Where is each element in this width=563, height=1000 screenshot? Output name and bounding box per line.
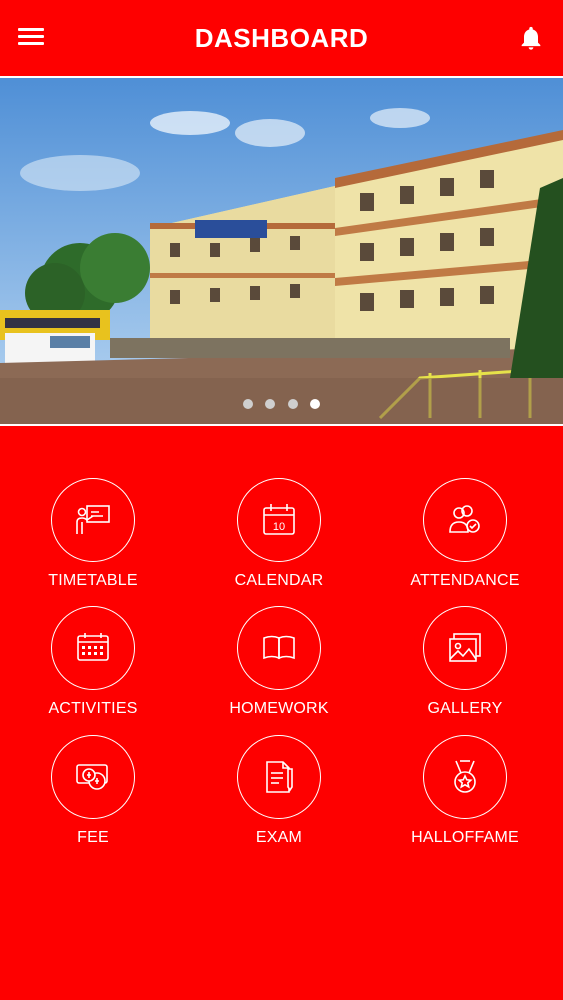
homework-circle: [237, 606, 321, 690]
carousel-dots: [0, 396, 563, 414]
gallery-circle: [423, 606, 507, 690]
tile-label: ACTIVITIES: [48, 700, 138, 717]
carousel-dot[interactable]: [242, 399, 253, 409]
timetable-circle: [51, 478, 135, 562]
tile-exam[interactable]: EXAM: [186, 735, 372, 855]
tile-timetable[interactable]: TIMETABLE: [0, 478, 186, 598]
tile-label: TIMETABLE: [48, 572, 138, 589]
tile-homework[interactable]: HOMEWORK: [186, 606, 372, 726]
hamburger-menu-icon[interactable]: [18, 24, 52, 52]
book-icon: [263, 635, 295, 660]
bell-icon[interactable]: [517, 24, 545, 52]
tile-label: GALLERY: [427, 700, 503, 717]
users-check-icon: [449, 505, 480, 533]
attendance-circle: [423, 478, 507, 562]
tile-gallery[interactable]: GALLERY: [372, 606, 558, 726]
exam-paper-icon: [266, 761, 293, 793]
tile-label: HOMEWORK: [229, 700, 329, 717]
carousel-dot[interactable]: [265, 399, 276, 409]
activities-circle: [51, 606, 135, 690]
carousel-dot[interactable]: [287, 399, 298, 409]
halloffame-circle: [423, 735, 507, 819]
tile-label: ATTENDANCE: [410, 572, 520, 589]
school-banner-carousel[interactable]: [0, 76, 563, 426]
tile-halloffame[interactable]: HALLOFFAME: [372, 735, 558, 855]
tile-label: FEE: [77, 829, 109, 846]
activities-calendar-icon: [77, 633, 109, 661]
svg-text:10: 10: [273, 521, 285, 533]
app-bar: DASHBOARD: [0, 0, 563, 76]
calendar-icon: 10: [263, 504, 295, 535]
page-title: DASHBOARD: [194, 22, 369, 53]
gallery-icon: [449, 633, 481, 662]
tile-attendance[interactable]: ATTENDANCE: [372, 478, 558, 598]
exam-circle: [237, 735, 321, 819]
fee-circle: [51, 735, 135, 819]
tile-label: EXAM: [255, 829, 303, 846]
tile-activities[interactable]: ACTIVITIES: [0, 606, 186, 726]
fee-money-icon: [76, 764, 108, 790]
tile-label: CALENDAR: [234, 572, 324, 589]
calendar-circle: 10: [237, 478, 321, 562]
tile-fee[interactable]: FEE: [0, 735, 186, 855]
carousel-dot-active[interactable]: [310, 399, 321, 409]
tile-label: HALLOFFAME: [411, 829, 519, 846]
tile-calendar[interactable]: 10 CALENDAR: [186, 478, 372, 598]
teacher-board-icon: [76, 505, 110, 534]
medal-icon: [454, 760, 476, 793]
